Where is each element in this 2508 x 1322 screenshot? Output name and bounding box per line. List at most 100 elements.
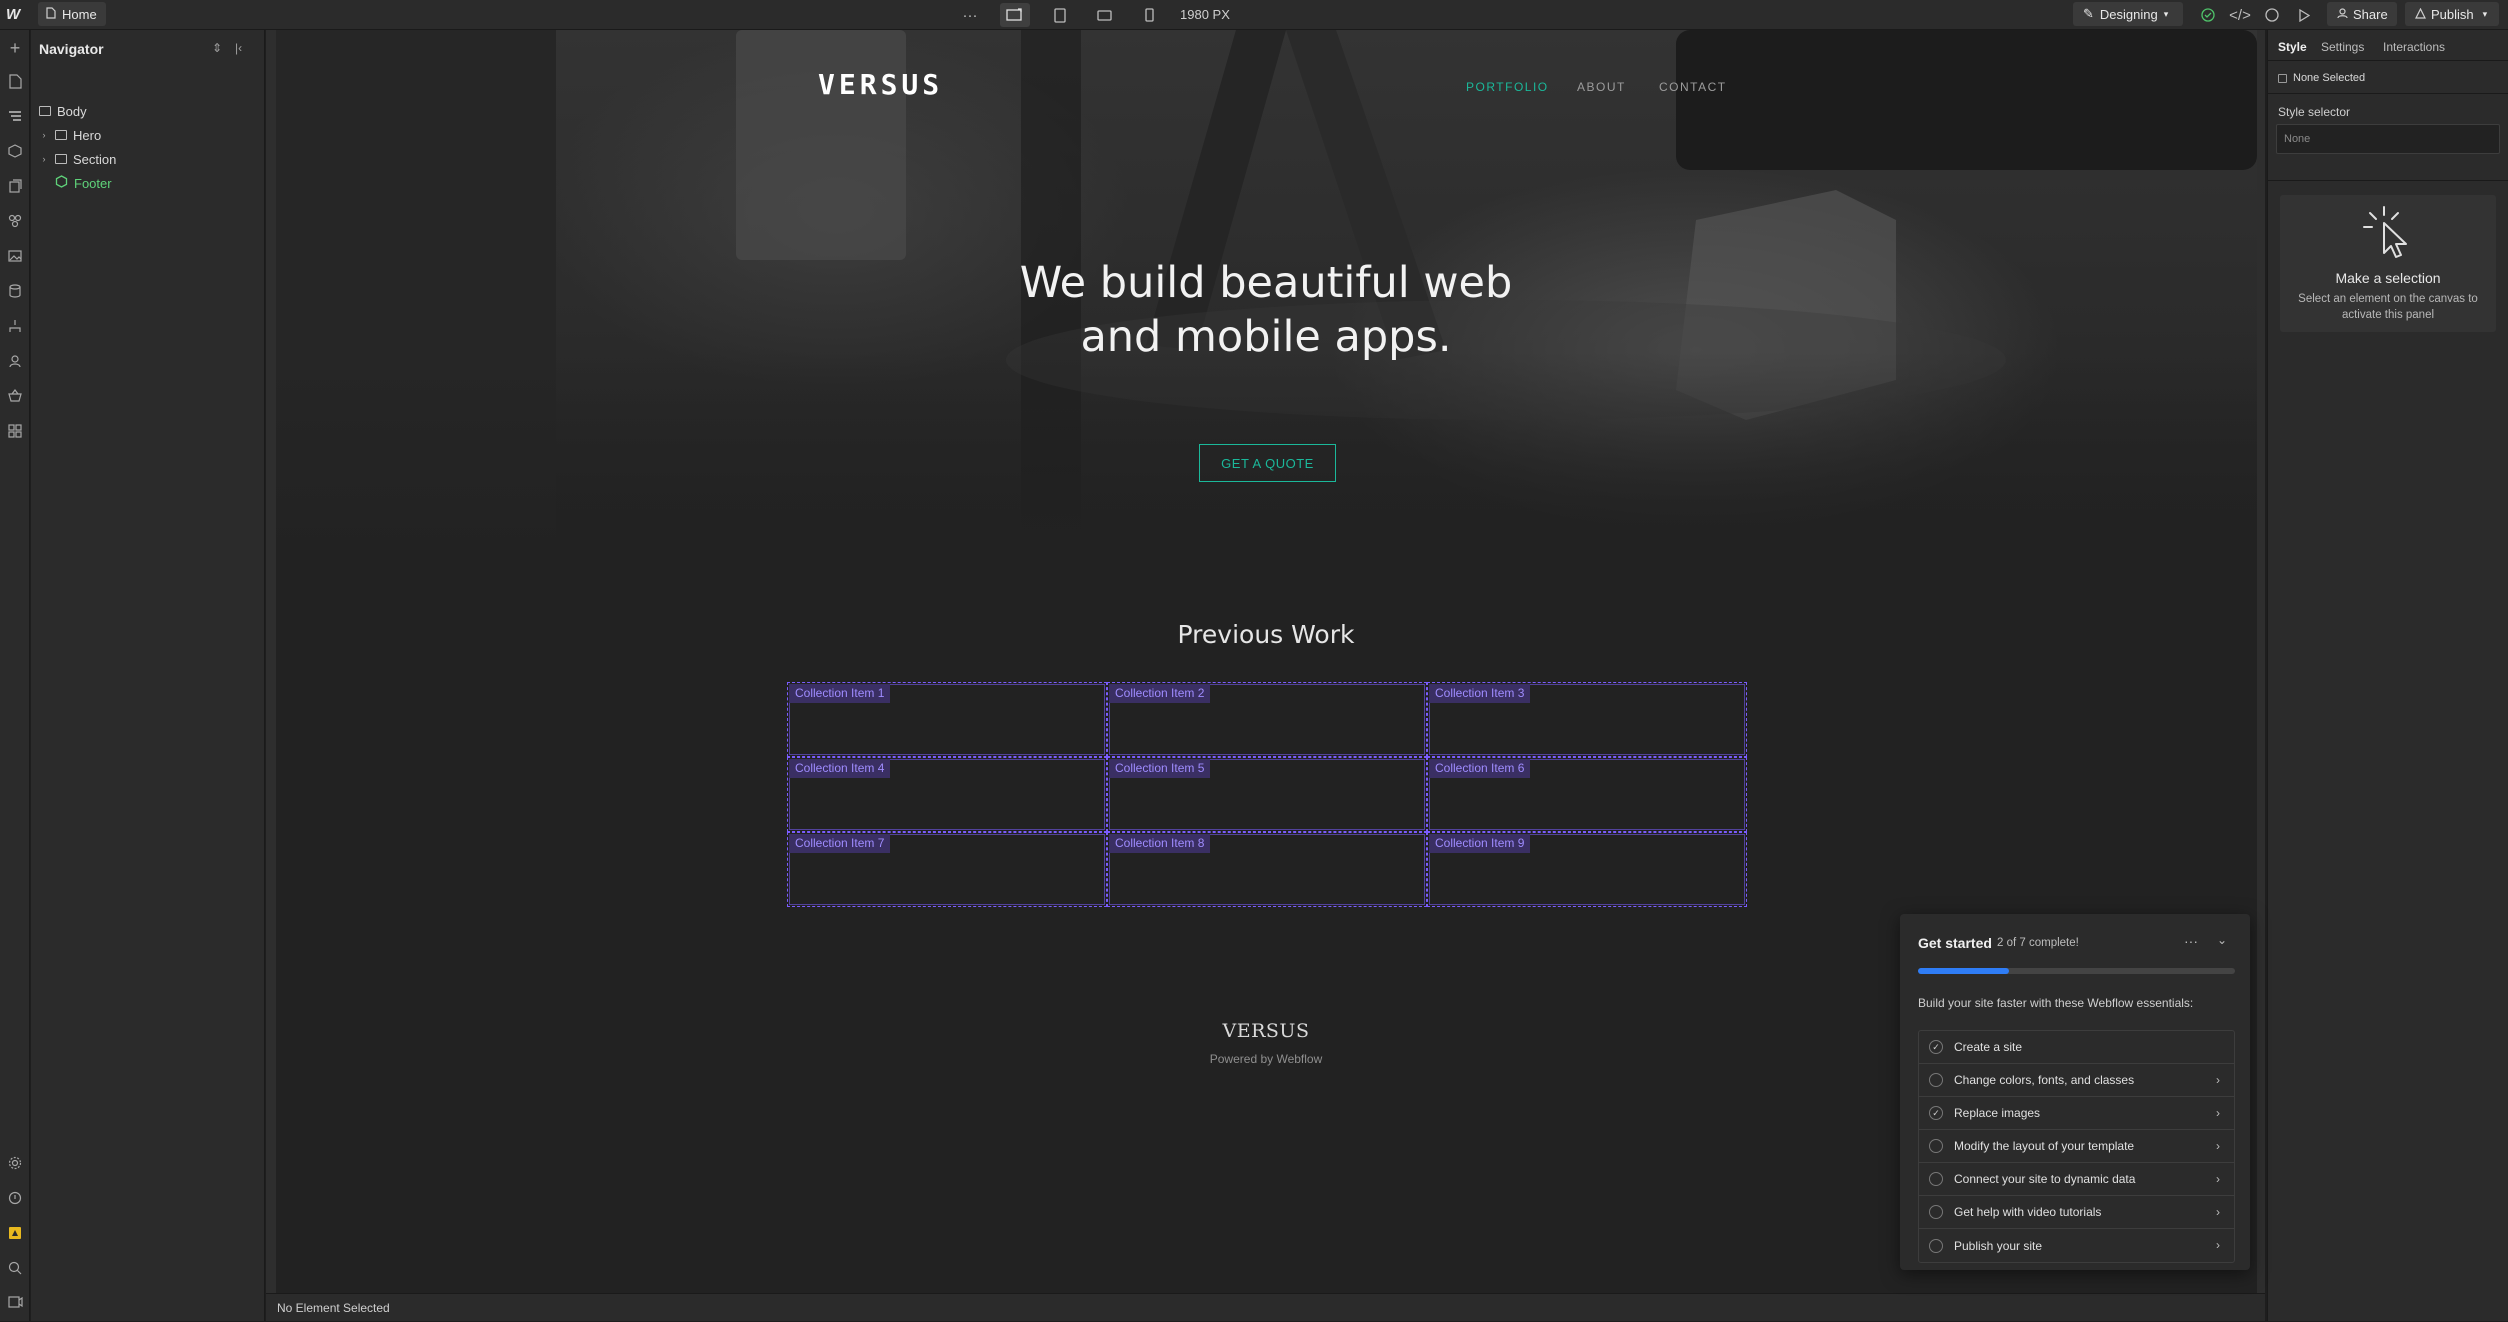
checklist-item-label: Connect your site to dynamic data [1954, 1172, 2136, 1186]
collection-list[interactable]: Collection Item 1 Collection Item 2 Coll… [787, 682, 1747, 907]
style-selector-input[interactable]: None [2276, 124, 2500, 154]
status-bar: No Element Selected [266, 1293, 2265, 1321]
share-button[interactable]: Share [2327, 2, 2397, 26]
mode-selector-button[interactable]: ✎ Designing ▾ [2073, 2, 2183, 26]
get-started-progress-text: 2 of 7 complete! [1997, 937, 2079, 949]
checklist-item[interactable]: Get help with video tutorials › [1919, 1196, 2234, 1229]
warning-badge-icon[interactable] [5, 1223, 25, 1243]
divider [2268, 93, 2508, 94]
hero-heading[interactable]: We build beautiful web and mobile apps. [1016, 256, 1516, 364]
tab-style[interactable]: Style [2278, 40, 2307, 54]
tablet-breakpoint-icon[interactable] [1048, 3, 1072, 27]
page-selector-button[interactable]: Home [38, 2, 106, 26]
users-icon[interactable] [5, 351, 25, 371]
checklist-item[interactable]: ✓ Create a site [1919, 1031, 2234, 1064]
mobile-portrait-breakpoint-icon[interactable] [1137, 3, 1161, 27]
cms-icon[interactable] [5, 281, 25, 301]
make-selection-description: Select an element on the canvas to activ… [2298, 293, 2478, 321]
empty-circle-icon [1929, 1139, 1943, 1153]
style-guide-icon[interactable] [5, 176, 25, 196]
components-icon[interactable] [5, 141, 25, 161]
desktop-breakpoint-icon[interactable] [1000, 3, 1030, 27]
empty-circle-icon [1929, 1205, 1943, 1219]
checklist-item[interactable]: Publish your site › [1919, 1229, 2234, 1262]
ecommerce-basket-icon[interactable] [5, 386, 25, 406]
collection-item[interactable]: Collection Item 4 [787, 757, 1107, 832]
checklist-item[interactable]: ✓ Replace images › [1919, 1097, 2234, 1130]
checklist-item[interactable]: Change colors, fonts, and classes › [1919, 1064, 2234, 1097]
tab-settings[interactable]: Settings [2321, 40, 2364, 54]
more-options-icon[interactable]: ··· [2184, 933, 2198, 949]
navigator-item-body[interactable]: Body [39, 100, 87, 122]
navigator-item-label: Footer [74, 175, 112, 191]
chevron-right-icon[interactable]: › [39, 130, 49, 140]
collection-item[interactable]: Collection Item 8 [1107, 832, 1427, 907]
footer-brand[interactable]: VERSUS [1066, 1020, 1466, 1042]
make-selection-title: Make a selection [2335, 270, 2441, 286]
chevron-down-icon[interactable]: ⌄ [2217, 933, 2227, 947]
chevron-right-icon: › [2216, 1139, 2220, 1153]
get-started-title: Get started [1918, 935, 1992, 951]
navigator-item-footer[interactable]: Footer [55, 172, 112, 194]
chevron-right-icon[interactable]: › [39, 154, 49, 164]
preview-play-icon[interactable] [2292, 3, 2316, 27]
audit-icon[interactable] [5, 1188, 25, 1208]
collection-item-label: Collection Item 1 [789, 684, 891, 703]
collection-item[interactable]: Collection Item 5 [1107, 757, 1427, 832]
checklist-item-label: Modify the layout of your template [1954, 1139, 2135, 1153]
nav-link-contact[interactable]: CONTACT [1659, 80, 1727, 94]
checklist: ✓ Create a site Change colors, fonts, and … [1918, 1030, 2235, 1263]
publish-button[interactable]: Publish ▾ [2405, 2, 2499, 26]
collection-item[interactable]: Collection Item 3 [1427, 682, 1747, 757]
navigator-item-hero[interactable]: › Hero [39, 124, 102, 146]
checklist-item[interactable]: Modify the layout of your template › [1919, 1130, 2234, 1163]
webflow-logo-icon[interactable]: W [6, 6, 24, 24]
collection-item[interactable]: Collection Item 6 [1427, 757, 1747, 832]
empty-circle-icon [1929, 1172, 1943, 1186]
site-logo[interactable]: VERSUS [818, 68, 943, 101]
tab-interactions[interactable]: Interactions [2383, 40, 2445, 54]
add-elements-icon[interactable]: + [5, 38, 25, 58]
comment-icon[interactable] [2260, 3, 2284, 27]
navigator-item-section[interactable]: › Section [39, 148, 117, 170]
pages-icon[interactable] [5, 71, 25, 91]
checklist-item[interactable]: Connect your site to dynamic data › [1919, 1163, 2234, 1196]
collection-item[interactable]: Collection Item 2 [1107, 682, 1427, 757]
logic-icon[interactable] [5, 316, 25, 336]
cursor-pointer-icon [2363, 206, 2407, 258]
checklist-item-label: Replace images [1954, 1106, 2041, 1120]
empty-circle-icon [1929, 1238, 1943, 1253]
saved-check-icon[interactable] [2196, 3, 2220, 27]
divider [2268, 60, 2508, 61]
get-a-quote-button[interactable]: GET A QUOTE [1199, 444, 1336, 482]
nav-link-portfolio[interactable]: PORTFOLIO [1466, 80, 1549, 94]
style-selector-label: Style selector [2278, 105, 2351, 119]
variables-icon[interactable] [5, 211, 25, 231]
mobile-landscape-breakpoint-icon[interactable] [1092, 3, 1116, 27]
progress-bar-fill [1918, 968, 2009, 974]
assets-icon[interactable] [5, 246, 25, 266]
settings-gear-icon[interactable] [5, 1153, 25, 1173]
footer-powered-by[interactable]: Powered by Webflow [1066, 1052, 1466, 1066]
collection-item[interactable]: Collection Item 1 [787, 682, 1107, 757]
code-icon[interactable]: </> [2228, 3, 2252, 27]
more-options-button[interactable]: ··· [958, 3, 982, 27]
navigator-item-label: Body [57, 103, 87, 119]
chevron-right-icon: › [2216, 1073, 2220, 1087]
user-icon [2337, 7, 2348, 22]
none-selected-label: None Selected [2293, 72, 2366, 84]
warning-icon [2415, 7, 2426, 22]
nav-link-about[interactable]: ABOUT [1577, 80, 1626, 94]
collection-item[interactable]: Collection Item 9 [1427, 832, 1747, 907]
navigator-icon[interactable] [5, 106, 25, 126]
collapse-panel-icon[interactable]: |‹ [235, 41, 242, 55]
apps-icon[interactable] [5, 421, 25, 441]
hero-section[interactable]: VERSUS PORTFOLIO ABOUT CONTACT We build … [276, 30, 2257, 566]
section-heading[interactable]: Previous Work [1066, 620, 1466, 649]
chevron-down-icon: ▾ [2163, 8, 2169, 19]
collection-item[interactable]: Collection Item 7 [787, 832, 1107, 907]
video-tutorials-icon[interactable] [5, 1292, 25, 1312]
top-bar: W Home ··· 1980 PX ✎ Designing ▾ </> Sha… [0, 0, 2508, 30]
expand-collapse-icon[interactable]: ⇕ [212, 41, 222, 55]
search-icon[interactable] [5, 1258, 25, 1278]
